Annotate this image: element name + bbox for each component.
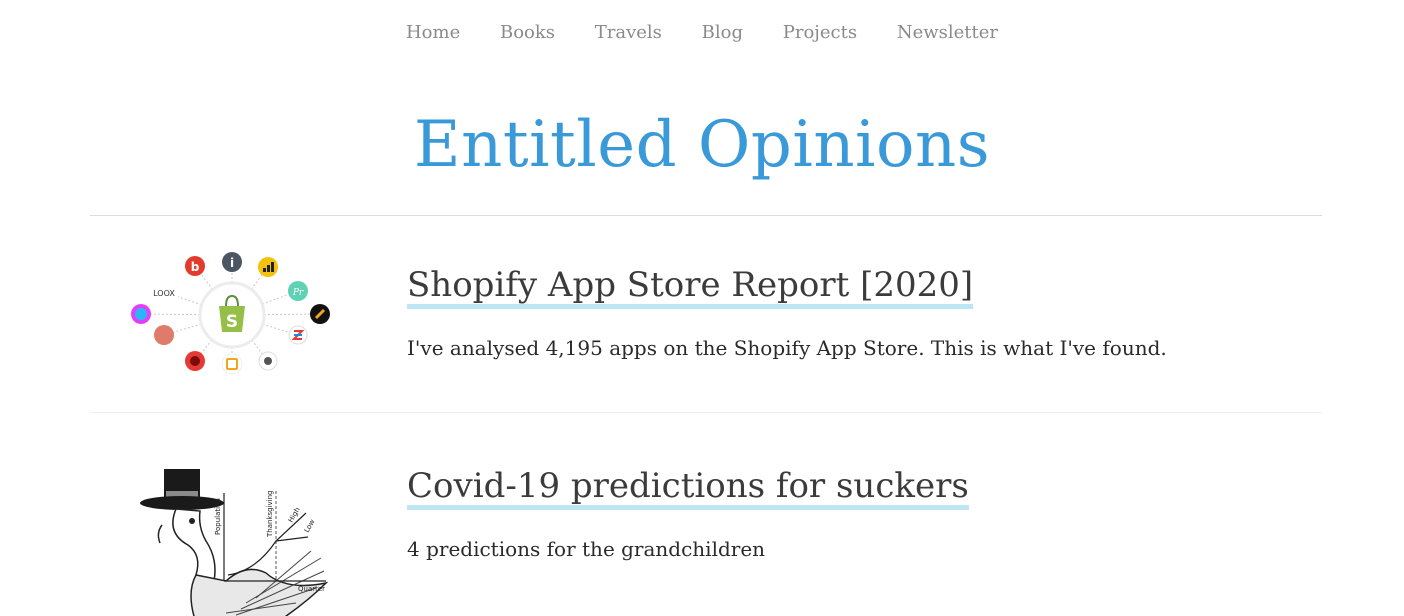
svg-text:b: b	[191, 260, 200, 274]
post-thumbnail[interactable]: S b i LOOX Pr	[126, 248, 336, 388]
svg-text:i: i	[230, 256, 234, 270]
nav-newsletter[interactable]: Newsletter	[897, 22, 998, 43]
quarter-label: Quarter	[298, 585, 325, 593]
nav-travels[interactable]: Travels	[595, 22, 662, 43]
nav-blog[interactable]: Blog	[702, 22, 743, 43]
loox-label: LOOX	[153, 289, 175, 298]
nav-home[interactable]: Home	[406, 22, 460, 43]
main-nav: Home Books Travels Blog Projects Newslet…	[0, 22, 1404, 43]
post-item: Population Thanksgiving High Low Quarter…	[90, 413, 1322, 616]
low-label: Low	[303, 518, 317, 534]
svg-text:Pr: Pr	[292, 288, 304, 298]
population-label: Population	[214, 498, 222, 535]
post-item: S b i LOOX Pr Shopify App Store Report […	[90, 216, 1322, 412]
thanksgiving-label: Thanksgiving	[266, 491, 274, 539]
nav-projects[interactable]: Projects	[783, 22, 857, 43]
high-label: High	[287, 506, 302, 524]
post-title-link[interactable]: Covid-19 predictions for suckers	[407, 467, 969, 511]
nav-books[interactable]: Books	[500, 22, 555, 43]
site-title[interactable]: Entitled Opinions	[0, 108, 1404, 182]
post-thumbnail[interactable]: Population Thanksgiving High Low Quarter	[126, 463, 336, 616]
svg-text:S: S	[226, 312, 238, 332]
turkey-chart-illustration-icon: Population Thanksgiving High Low Quarter	[140, 469, 329, 616]
post-excerpt: I've analysed 4,195 apps on the Shopify …	[407, 336, 1167, 360]
shopify-ecosystem-icon: S b i LOOX Pr	[131, 252, 330, 375]
post-title-link[interactable]: Shopify App Store Report [2020]	[407, 266, 974, 310]
post-excerpt: 4 predictions for the grandchildren	[407, 537, 766, 561]
